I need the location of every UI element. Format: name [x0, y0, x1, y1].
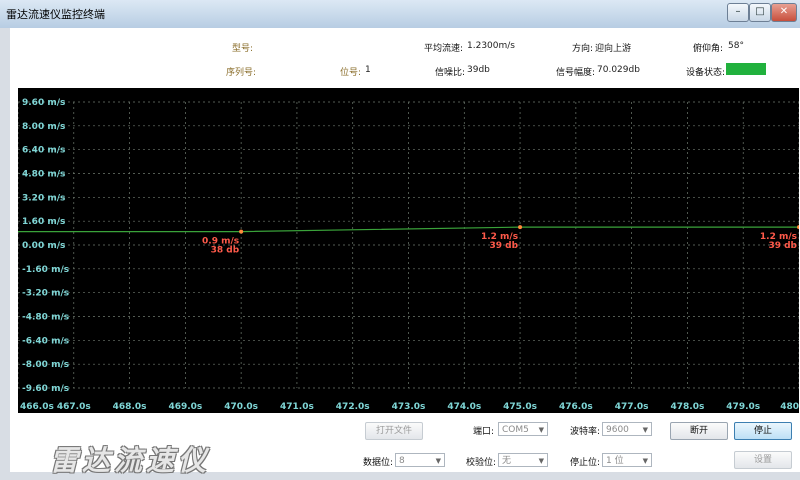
y-tick-label: 4.80 m/s [22, 170, 65, 180]
window-title: 雷达流速仪监控终端 [6, 8, 105, 21]
y-tick-label: -1.60 m/s [22, 265, 69, 275]
y-tick-label: -6.40 m/s [22, 336, 69, 346]
snr-value: 39db [467, 65, 490, 75]
baud-label: 波特率: [570, 427, 601, 437]
x-tick-label: 467.0s [57, 402, 91, 412]
stopbits-select[interactable]: 1 位 ▼ [602, 453, 652, 467]
y-tick-label: -9.60 m/s [22, 384, 69, 394]
x-tick-label: 478.0s [671, 402, 705, 412]
main-panel: 型号: 平均流速: 1.2300m/s 方向: 迎向上游 俯仰角: 58° 序列… [10, 28, 800, 477]
port-select[interactable]: COM5 ▼ [498, 422, 548, 436]
stop-button[interactable]: 停止 [734, 422, 792, 440]
data-point [518, 225, 523, 230]
logo-text: 雷达流速仪 [50, 444, 211, 477]
open-file-button[interactable]: 打开文件 [365, 422, 423, 440]
parity-label: 校验位: [466, 458, 497, 468]
model-label: 型号: [232, 44, 254, 54]
port-label: 端口: [473, 427, 495, 437]
device-status-indicator [726, 63, 766, 75]
y-tick-label: -8.00 m/s [22, 360, 69, 370]
x-tick-label: 472.0s [336, 402, 370, 412]
position-value: 1 [365, 65, 371, 75]
settings-button[interactable]: 设置 [734, 451, 792, 469]
x-tick-label: 468.0s [113, 402, 147, 412]
chevron-down-icon: ▼ [435, 457, 441, 465]
x-tick-label: 473.0s [392, 402, 426, 412]
close-button[interactable]: ✕ [771, 3, 797, 22]
control-panel: 雷达流速仪 打开文件 端口: COM5 ▼ 波特率: 9600 ▼ 断开 停止 数据… [10, 413, 800, 477]
data-point [239, 229, 244, 234]
maximize-button[interactable]: □ [749, 3, 771, 22]
speed-chart: 9.60 m/s 8.00 m/s 6.40 m/s 4.80 m/s 3.20 m/s… [17, 88, 800, 413]
x-tick-label: 476.0s [559, 402, 593, 412]
direction-value: 迎向上游 [595, 44, 632, 54]
device-status-label: 设备状态: [686, 68, 726, 78]
y-tick-label: 9.60 m/s [22, 98, 65, 108]
y-tick-label: -3.20 m/s [22, 289, 69, 299]
direction-label: 方向: [572, 44, 594, 54]
parity-select[interactable]: 无 ▼ [498, 453, 548, 467]
x-tick-label: 475.0s [503, 402, 537, 412]
databits-value: 8 [399, 456, 405, 466]
title-bar: 雷达流速仪监控终端 – □ ✕ [0, 0, 800, 28]
chevron-down-icon: ▼ [538, 457, 544, 465]
y-tick-label: 0.00 m/s [22, 241, 65, 251]
y-tick-label: 6.40 m/s [22, 146, 65, 156]
stopbits-label: 停止位: [570, 458, 601, 468]
y-tick-label: 3.20 m/s [22, 193, 65, 203]
speed-chart-svg: 9.60 m/s 8.00 m/s 6.40 m/s 4.80 m/s 3.20 m/s… [17, 98, 800, 412]
databits-label: 数据位: [363, 458, 394, 468]
chevron-down-icon: ▼ [538, 426, 544, 434]
avg-speed-value: 1.2300m/s [467, 41, 515, 51]
chevron-down-icon: ▼ [642, 426, 648, 434]
databits-select[interactable]: 8 ▼ [395, 453, 445, 467]
x-tick-label: 479.0s [726, 402, 760, 412]
snr-label: 信噪比: [435, 68, 466, 78]
disconnect-button[interactable]: 断开 [670, 422, 728, 440]
x-tick-label: 466.0s [20, 402, 54, 412]
y-tick-label: 8.00 m/s [22, 122, 65, 132]
x-tick-label: 477.0s [615, 402, 649, 412]
x-tick-label: 474.0s [447, 402, 481, 412]
avg-speed-label: 平均流速: [424, 44, 464, 54]
stopbits-value: 1 位 [606, 456, 624, 466]
data-point [797, 225, 800, 230]
amplitude-label: 信号幅度: [556, 68, 596, 78]
baud-select[interactable]: 9600 ▼ [602, 422, 652, 436]
x-tick-label: 469.0s [168, 402, 202, 412]
parity-value: 无 [502, 456, 512, 466]
y-tick-label: 1.60 m/s [22, 217, 65, 227]
port-value: COM5 [502, 425, 529, 435]
pitch-value: 58° [728, 41, 744, 51]
point-snr-label: 38 db [211, 246, 240, 256]
serial-label: 序列号: [226, 68, 257, 78]
x-tick-label: 470.0s [224, 402, 258, 412]
minimize-button[interactable]: – [727, 3, 749, 22]
amplitude-value: 70.029db [597, 65, 640, 75]
chevron-down-icon: ▼ [642, 457, 648, 465]
y-tick-label: -4.80 m/s [22, 313, 69, 323]
baud-value: 9600 [606, 425, 629, 435]
point-snr-label: 39 db [490, 241, 519, 251]
x-tick-label: 471.0s [280, 402, 314, 412]
x-tick-label: 480 [780, 402, 799, 412]
pitch-label: 俯仰角: [693, 44, 724, 54]
position-label: 位号: [340, 68, 362, 78]
point-snr-label: 39 db [768, 241, 797, 251]
